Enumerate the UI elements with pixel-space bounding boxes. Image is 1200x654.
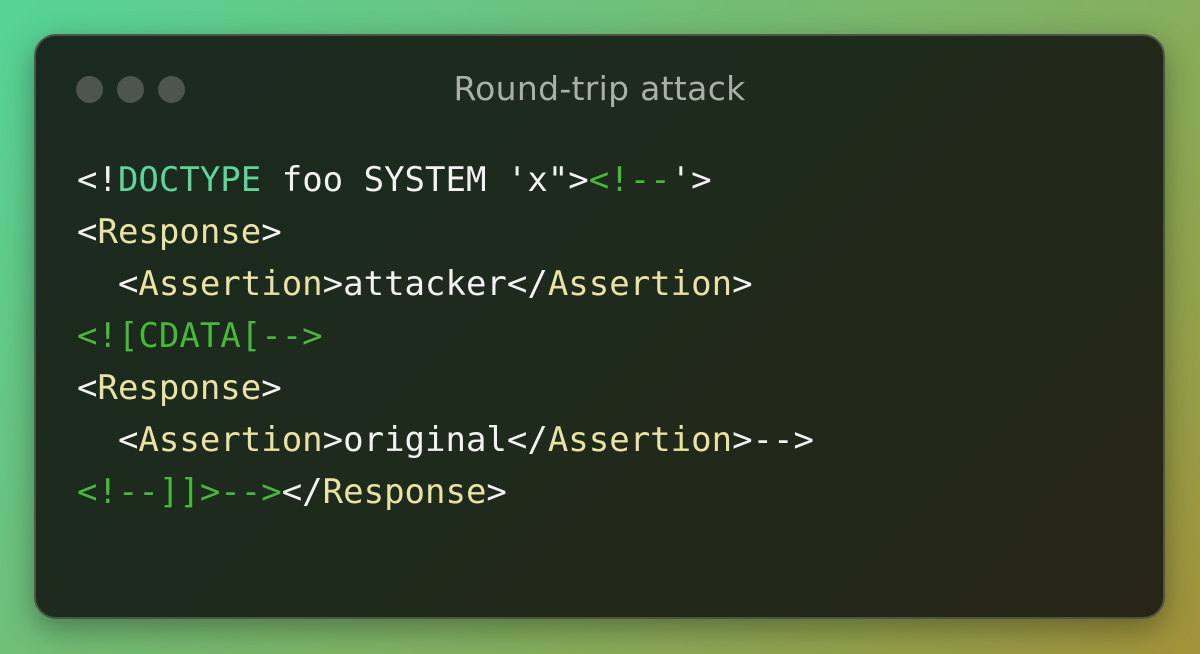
code-text: >original</ xyxy=(322,420,548,460)
code-line: <!--]]>--></Response> xyxy=(77,466,814,518)
code-tag-name: Assertion xyxy=(547,420,733,460)
code-text: >--> xyxy=(732,420,814,460)
title-bar: Round-trip attack xyxy=(36,36,1163,146)
code-text: > xyxy=(261,212,282,252)
code-line: <!DOCTYPE foo SYSTEM 'x"><!--'> xyxy=(77,154,814,206)
code-text: < xyxy=(77,264,139,304)
code-text: > xyxy=(732,264,753,304)
code-tag-name: Assertion xyxy=(138,420,323,460)
code-text: < xyxy=(77,420,139,460)
code-line: <Response> xyxy=(77,362,814,414)
code-keyword: DOCTYPE xyxy=(117,160,262,200)
code-comment: <!--]]>--> xyxy=(77,472,282,512)
code-tag-name: Assertion xyxy=(547,264,733,304)
code-tag-name: Response xyxy=(97,368,262,408)
code-text: > xyxy=(486,472,507,512)
code-tag-name: Response xyxy=(97,212,262,252)
code-window: Round-trip attack <!DOCTYPE foo SYSTEM '… xyxy=(34,34,1165,619)
code-comment: <![CDATA[--> xyxy=(77,316,323,356)
code-text: < xyxy=(77,212,98,252)
code-line: <Response> xyxy=(77,206,814,258)
code-text: < xyxy=(77,368,98,408)
code-text: foo SYSTEM 'x"> xyxy=(261,160,589,200)
code-comment: <!-- xyxy=(588,160,671,200)
code-line: <Assertion>attacker</Assertion> xyxy=(77,258,814,310)
code-tag-name: Response xyxy=(322,472,487,512)
code-line: <![CDATA[--> xyxy=(77,310,814,362)
code-text: >attacker</ xyxy=(322,264,548,304)
window-title: Round-trip attack xyxy=(453,69,746,108)
code-text: '> xyxy=(670,160,712,200)
code-tag-name: Assertion xyxy=(138,264,323,304)
code-line: <Assertion>original</Assertion>--> xyxy=(77,414,814,466)
code-text: </ xyxy=(281,472,323,512)
code-text: > xyxy=(261,368,282,408)
code-text: <! xyxy=(77,160,118,200)
code-block: <!DOCTYPE foo SYSTEM 'x"><!--'> <Response… xyxy=(77,154,814,518)
